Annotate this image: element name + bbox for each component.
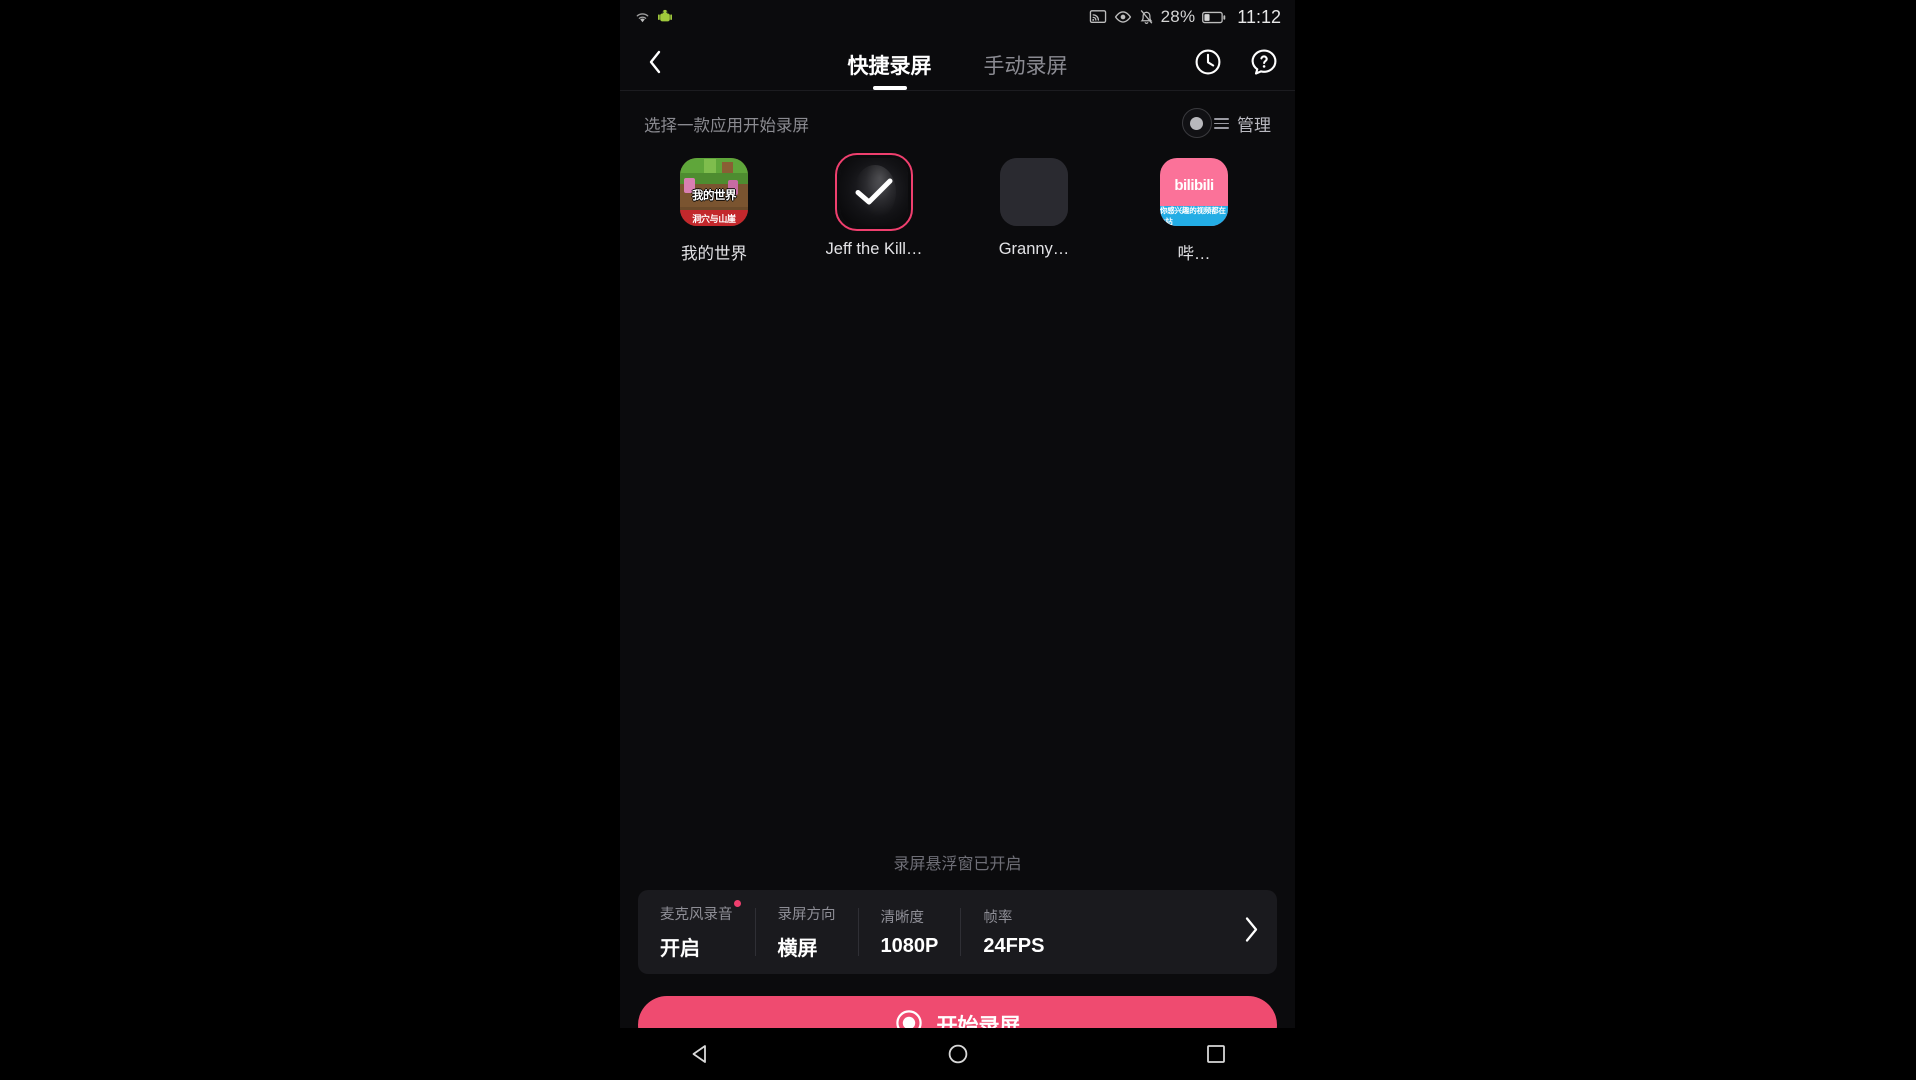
checkmark-icon — [855, 178, 893, 205]
setting-orientation[interactable]: 录屏方向 横屏 — [754, 907, 858, 960]
minecraft-icon-banner: 洞穴与山崖 — [680, 210, 748, 226]
bilibili-icon: bilibili 你感兴趣的视频都在B站 — [1160, 158, 1228, 226]
clock-history-icon[interactable] — [1193, 47, 1223, 77]
setting-framerate-label: 帧率 — [983, 910, 1013, 926]
manage-label: 管理 — [1237, 116, 1271, 135]
setting-framerate[interactable]: 帧率 24FPS — [960, 908, 1066, 957]
setting-microphone-value: 开启 — [660, 938, 700, 960]
app-grid: 我的世界 洞穴与山崖 我的世界 Jeff the Kill… Granny… b… — [620, 136, 1295, 264]
hamburger-menu-icon — [1214, 115, 1229, 132]
nav-recents-button[interactable] — [1199, 1037, 1233, 1071]
back-button[interactable] — [638, 45, 672, 79]
tab-manual-record[interactable]: 手动录屏 — [984, 50, 1068, 90]
app-label-minecraft: 我的世界 — [681, 245, 747, 263]
app-tile-minecraft[interactable]: 我的世界 洞穴与山崖 我的世界 — [634, 158, 794, 264]
setting-orientation-label: 录屏方向 — [777, 907, 836, 923]
screen-root: 28% 11:12 快捷录屏 手动录屏 选择一款应用开始录屏 管理 我的世界 洞… — [0, 0, 1916, 1080]
bilibili-icon-banner: 你感兴趣的视频都在B站 — [1160, 205, 1228, 226]
tab-quick-record[interactable]: 快捷录屏 — [848, 50, 932, 90]
battery-icon — [1202, 11, 1226, 24]
jeff-art — [840, 158, 908, 226]
minecraft-icon-title: 我的世界 — [691, 189, 736, 202]
app-label-jeff-the-killer: Jeff the Kill… — [825, 240, 923, 258]
setting-microphone-label: 麦克风录音 — [660, 900, 741, 924]
app-tile-jeff-the-killer[interactable]: Jeff the Kill… — [794, 153, 954, 264]
setting-orientation-value: 横屏 — [777, 938, 818, 960]
status-bar: 28% 11:12 — [620, 0, 1295, 34]
status-bar-right: 28% 11:12 — [1089, 0, 1281, 34]
app-header: 快捷录屏 手动录屏 — [620, 34, 1295, 138]
tab-quick-record-label: 快捷录屏 — [847, 55, 932, 78]
eye-care-icon — [1114, 10, 1132, 24]
setting-resolution[interactable]: 清晰度 1080P — [857, 908, 961, 957]
jeff-the-killer-icon — [835, 153, 913, 231]
android-robot-icon — [658, 9, 672, 25]
manage-button[interactable]: 管理 — [1214, 111, 1271, 136]
content-area: 选择一款应用开始录屏 管理 我的世界 洞穴与山崖 我的世界 Jeff the K… — [620, 91, 1295, 1080]
header-actions — [1193, 47, 1279, 77]
android-nav-bar — [0, 1028, 1916, 1080]
nav-recents-square-icon — [1207, 1045, 1225, 1063]
wifi-icon — [634, 10, 651, 24]
app-tile-bilibili[interactable]: bilibili 你感兴趣的视频都在B站 哔… — [1114, 158, 1274, 264]
setting-framerate-value: 24FPS — [983, 935, 1045, 957]
setting-microphone[interactable]: 麦克风录音 开启 — [638, 900, 755, 960]
letterbox-left — [0, 0, 620, 1080]
nav-back-button[interactable] — [683, 1037, 717, 1071]
nav-home-button[interactable] — [941, 1037, 975, 1071]
battery-percent-label: 28% — [1160, 7, 1196, 26]
granny-icon — [1000, 158, 1068, 226]
floating-window-hint: 录屏悬浮窗已开启 — [893, 856, 1022, 873]
status-bar-left — [634, 9, 672, 25]
back-chevron-icon — [649, 50, 661, 74]
setting-microphone-badge — [733, 900, 741, 907]
chevron-right-icon[interactable] — [1243, 917, 1259, 948]
nav-home-circle-icon — [948, 1044, 968, 1064]
bilibili-icon-title: bilibili — [1174, 177, 1214, 195]
setting-resolution-value: 1080P — [880, 935, 939, 957]
app-label-bilibili: 哔… — [1177, 245, 1211, 263]
nav-back-triangle-icon — [692, 1045, 706, 1063]
content-subheader: 选择一款应用开始录屏 管理 — [620, 91, 1295, 136]
recording-settings-bar[interactable]: 麦克风录音 开启 录屏方向 横屏 清晰度 1080P 帧率 24FPS — [638, 890, 1277, 974]
setting-resolution-label: 清晰度 — [880, 910, 925, 926]
notification-muted-icon — [1139, 9, 1154, 25]
app-label-granny: Granny… — [998, 240, 1070, 258]
granny-art — [1000, 158, 1068, 226]
tab-manual-record-label: 手动录屏 — [983, 55, 1068, 78]
letterbox-right — [1295, 0, 1916, 1080]
status-bar-clock: 11:12 — [1237, 6, 1281, 27]
tab-bar: 快捷录屏 手动录屏 — [848, 34, 1068, 90]
minecraft-art: 我的世界 洞穴与山崖 — [680, 158, 748, 226]
bilibili-art: bilibili 你感兴趣的视频都在B站 — [1160, 158, 1228, 226]
app-tile-granny[interactable]: Granny… — [954, 158, 1114, 264]
tab-active-underline — [872, 86, 907, 90]
screen-cast-icon — [1089, 9, 1107, 25]
question-mark-icon[interactable] — [1249, 47, 1279, 77]
phone-viewport: 28% 11:12 快捷录屏 手动录屏 选择一款应用开始录屏 管理 我的世界 洞… — [620, 0, 1295, 1080]
minecraft-icon: 我的世界 洞穴与山崖 — [680, 158, 748, 226]
select-app-hint: 选择一款应用开始录屏 — [644, 116, 809, 135]
